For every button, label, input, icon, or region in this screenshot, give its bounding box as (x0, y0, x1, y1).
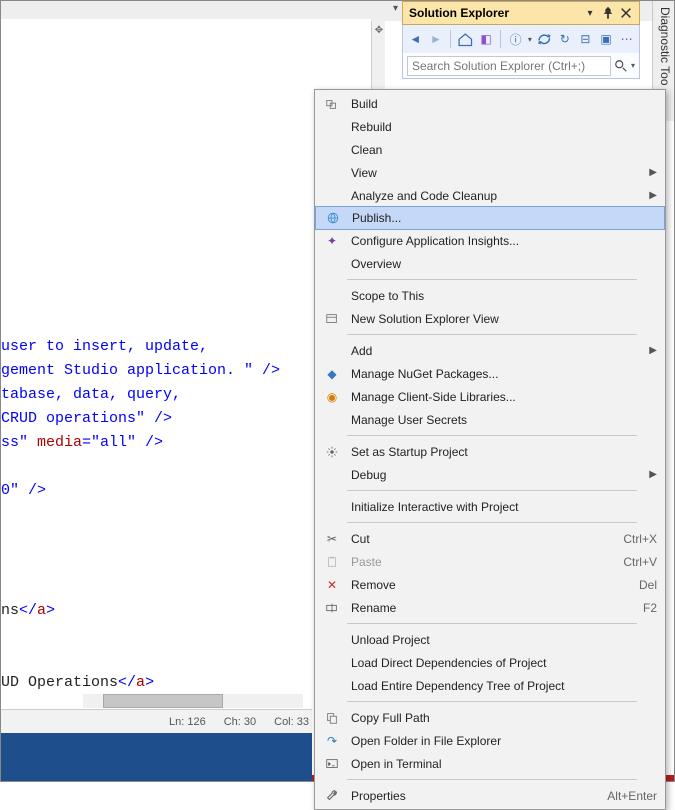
menu-paste: PasteCtrl+V (315, 550, 665, 573)
refresh-icon[interactable]: ↻ (557, 30, 574, 48)
menu-open-terminal[interactable]: Open in Terminal (315, 752, 665, 775)
menu-unload-project[interactable]: Unload Project (315, 628, 665, 651)
copy-icon (321, 710, 343, 726)
menu-cut[interactable]: ✂CutCtrl+X (315, 527, 665, 550)
split-handle-icon[interactable]: ✥ (374, 25, 384, 37)
status-char: Ch: 30 (224, 716, 256, 728)
status-col: Col: 33 (274, 716, 309, 728)
menu-build[interactable]: Build (315, 92, 665, 115)
pending-changes-icon[interactable]: ⓘ (507, 30, 524, 48)
rename-icon (321, 600, 343, 616)
search-input[interactable] (407, 56, 611, 76)
solution-explorer-toolbar: ◄ ► ◧ ⓘ ▾ ↻ ⊟ ▣ ⋯ (402, 25, 640, 53)
wrench-icon (321, 788, 343, 804)
menu-new-explorer-view[interactable]: New Solution Explorer View (315, 307, 665, 330)
menu-open-folder[interactable]: ↷Open Folder in File Explorer (315, 729, 665, 752)
search-icon[interactable] (611, 59, 631, 73)
menu-view[interactable]: View▶ (315, 161, 665, 184)
globe-icon (322, 210, 344, 226)
pin-icon[interactable] (601, 6, 615, 20)
sync-icon[interactable] (536, 30, 553, 48)
menu-copy-full-path[interactable]: Copy Full Path (315, 706, 665, 729)
menu-analyze[interactable]: Analyze and Code Cleanup▶ (315, 184, 665, 207)
menu-properties[interactable]: PropertiesAlt+Enter (315, 784, 665, 807)
chevron-right-icon: ▶ (649, 469, 657, 480)
menu-overview[interactable]: Overview (315, 252, 665, 275)
menu-debug[interactable]: Debug▶ (315, 463, 665, 486)
nuget-icon: ◆ (321, 366, 343, 382)
dropdown-arrow-icon[interactable]: ▾ (393, 3, 398, 17)
solution-explorer-header: Solution Explorer ▾ (402, 1, 640, 25)
chevron-right-icon: ▶ (649, 345, 657, 356)
show-all-files-icon[interactable]: ▣ (598, 30, 615, 48)
menu-clean[interactable]: Clean (315, 138, 665, 161)
horizontal-scrollbar[interactable] (83, 694, 303, 708)
build-icon (321, 96, 343, 112)
menu-manage-user-secrets[interactable]: Manage User Secrets (315, 408, 665, 431)
menu-load-entire-tree[interactable]: Load Entire Dependency Tree of Project (315, 674, 665, 697)
menu-manage-client-libs[interactable]: ◉Manage Client-Side Libraries... (315, 385, 665, 408)
home-icon[interactable] (457, 30, 474, 48)
menu-load-direct-deps[interactable]: Load Direct Dependencies of Project (315, 651, 665, 674)
nav-forward-icon[interactable]: ► (428, 30, 445, 48)
solution-explorer-search-row: ▾ (402, 53, 640, 79)
bottom-panel (1, 733, 312, 781)
status-bar: Ln: 126 Ch: 30 Col: 33 (1, 709, 312, 733)
solution-explorer-title: Solution Explorer (409, 6, 579, 20)
menu-configure-insights[interactable]: ✦Configure Application Insights... (315, 229, 665, 252)
insights-icon: ✦ (321, 233, 343, 249)
library-icon: ◉ (321, 389, 343, 405)
delete-icon: ✕ (321, 577, 343, 593)
terminal-icon (321, 756, 343, 772)
menu-rename[interactable]: RenameF2 (315, 596, 665, 619)
menu-publish[interactable]: Publish... (315, 206, 665, 230)
menu-add[interactable]: Add▶ (315, 339, 665, 362)
nav-back-icon[interactable]: ◄ (407, 30, 424, 48)
project-context-menu: Build Rebuild Clean View▶ Analyze and Co… (314, 89, 666, 810)
close-icon[interactable] (619, 6, 633, 20)
menu-set-startup[interactable]: Set as Startup Project (315, 440, 665, 463)
window-icon (321, 311, 343, 327)
clipboard-icon (321, 554, 343, 570)
chevron-right-icon: ▶ (649, 167, 657, 178)
open-folder-icon: ↷ (321, 733, 343, 749)
gear-icon (321, 444, 343, 460)
collapse-all-icon[interactable]: ⊟ (577, 30, 594, 48)
menu-manage-nuget[interactable]: ◆Manage NuGet Packages... (315, 362, 665, 385)
search-options-icon[interactable]: ▾ (631, 61, 635, 70)
more-icon[interactable]: ⋯ (618, 30, 635, 48)
menu-init-interactive[interactable]: Initialize Interactive with Project (315, 495, 665, 518)
status-line: Ln: 126 (169, 716, 206, 728)
menu-rebuild[interactable]: Rebuild (315, 115, 665, 138)
scissors-icon: ✂ (321, 531, 343, 547)
menu-scope-to-this[interactable]: Scope to This (315, 284, 665, 307)
switch-views-icon[interactable]: ◧ (478, 30, 495, 48)
menu-remove[interactable]: ✕RemoveDel (315, 573, 665, 596)
chevron-right-icon: ▶ (649, 190, 657, 201)
window-position-icon[interactable]: ▾ (583, 6, 597, 20)
